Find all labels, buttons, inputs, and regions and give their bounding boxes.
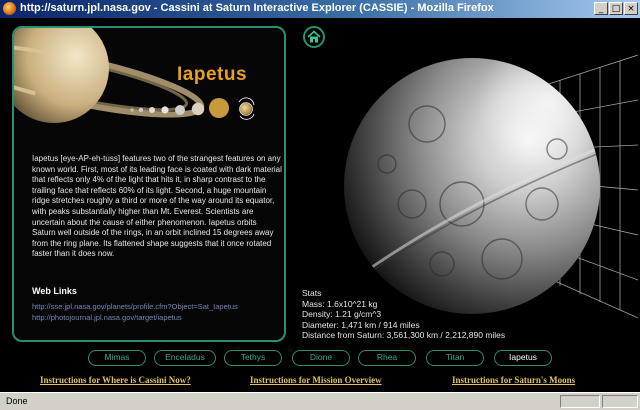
window-controls: _ □ × <box>594 2 638 15</box>
nav-mimas[interactable]: Mimas <box>88 350 146 366</box>
moon-nav: Mimas Enceladus Tethys Dione Rhea Titan … <box>0 350 640 366</box>
web-links-heading: Web Links <box>32 286 77 296</box>
web-link-photojournal[interactable]: http://photojournal.jpl.nasa.gov/target/… <box>32 313 182 322</box>
stat-mass: Mass: 1.6x10^21 kg <box>302 298 378 309</box>
nav-tethys[interactable]: Tethys <box>224 350 282 366</box>
window-title-bar: http://saturn.jpl.nasa.gov - Cassini at … <box>0 0 640 18</box>
maximize-button[interactable]: □ <box>609 2 623 15</box>
status-bar: Done <box>0 392 640 410</box>
instructions-where-is-cassini-link[interactable]: Instructions for Where is Cassini Now? <box>40 375 191 385</box>
moon-description: Iapetus [eye-AP-eh-tuss] features two of… <box>32 154 282 259</box>
moon-info-panel: Iapetus Iapetus [eye-AP-eh-tuss] feature… <box>12 26 286 342</box>
web-link-profile[interactable]: http://sse.jpl.nasa.gov/planets/profile.… <box>32 302 238 311</box>
stat-distance: Distance from Saturn: 3,561,300 km / 2,2… <box>302 330 506 341</box>
instructions-mission-overview-link[interactable]: Instructions for Mission Overview <box>250 375 382 385</box>
home-button[interactable] <box>303 26 325 48</box>
nav-enceladus[interactable]: Enceladus <box>154 350 216 366</box>
firefox-icon <box>3 2 16 15</box>
stats-heading: Stats <box>302 288 322 298</box>
iapetus-globe-image <box>344 58 600 314</box>
moon-title: Iapetus <box>177 64 248 85</box>
status-segment <box>602 395 638 408</box>
nav-titan[interactable]: Titan <box>426 350 484 366</box>
nav-iapetus[interactable]: Iapetus <box>494 350 552 366</box>
status-segment <box>560 395 600 408</box>
stat-diameter: Diameter: 1,471 km / 914 miles <box>302 319 420 330</box>
home-icon <box>307 30 321 43</box>
minimize-button[interactable]: _ <box>594 2 608 15</box>
status-text: Done <box>6 396 28 406</box>
nav-rhea[interactable]: Rhea <box>358 350 416 366</box>
stat-density: Density: 1.21 g/cm^3 <box>302 309 382 320</box>
close-button[interactable]: × <box>624 2 638 15</box>
page-content: Iapetus Iapetus [eye-AP-eh-tuss] feature… <box>0 18 640 392</box>
nav-dione[interactable]: Dione <box>292 350 350 366</box>
window-title: http://saturn.jpl.nasa.gov - Cassini at … <box>20 2 494 14</box>
moon-stats: Stats Mass: 1.6x10^21 kg Density: 1.21 g… <box>302 288 505 341</box>
instructions-saturns-moons-link[interactable]: Instructions for Saturn's Moons <box>452 375 575 385</box>
